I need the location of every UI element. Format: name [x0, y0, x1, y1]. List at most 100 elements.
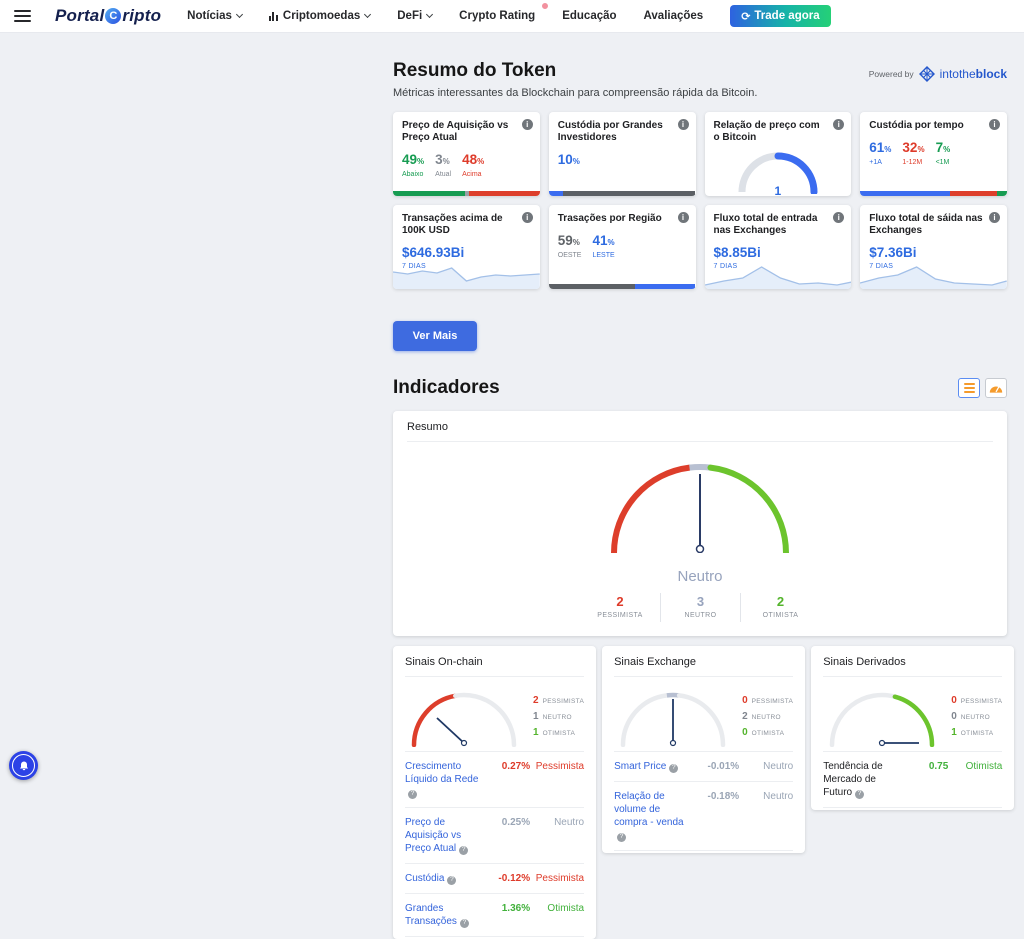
price-relation-gauge: 1 [735, 147, 821, 196]
logo-text-part1: Portal [55, 6, 105, 25]
card-value: $646.93Bi [402, 245, 465, 260]
question-icon[interactable]: ? [669, 763, 679, 773]
metric-cards-grid: Preço de Aquisição vs Preço Atual i 49% A… [393, 112, 1007, 289]
distribution-bar [393, 191, 540, 196]
summary-gauge [605, 458, 795, 558]
gauge-view-toggle[interactable] [985, 378, 1007, 398]
card-title: Fluxo total de entrada nas Exchanges [713, 213, 818, 236]
trade-agora-button[interactable]: ⟳ Trade agora [730, 5, 831, 27]
notifications-bell-button[interactable] [9, 751, 38, 780]
coin-icon: C [105, 8, 122, 24]
bell-icon [19, 761, 28, 770]
card-value: $8.85Bi [713, 245, 761, 260]
powered-by: Powered by intotheblock [869, 66, 1007, 82]
info-icon[interactable]: i [521, 119, 533, 130]
nav-educacao[interactable]: Educação [562, 10, 616, 22]
card-title: Transações acima de 100K USD [402, 213, 503, 236]
intotheblock-logo-text: intotheblock [939, 67, 1007, 81]
card-fluxo-saida: Fluxo total de sáida nas Exchanges i $7.… [860, 205, 1007, 289]
info-icon[interactable]: i [989, 212, 1000, 223]
derivatives-gauge [829, 692, 935, 747]
card-relacao-bitcoin: Relação de preço com o Bitcoin i 1 [704, 112, 852, 196]
card-title: Relação de preço com o Bitcoin [713, 120, 820, 143]
card-preco-aquisicao: Preço de Aquisição vs Preço Atual i 49% A… [393, 112, 540, 196]
question-icon[interactable]: ? [408, 789, 417, 799]
info-icon[interactable]: i [989, 119, 1000, 130]
bar-chart-icon [268, 11, 278, 21]
signal-link[interactable]: Crescimento Líquido da Rede? [405, 760, 488, 799]
indicators-title: Indicadores [393, 377, 500, 398]
card-custodia-grandes: Custódia por Grandes Investidores i 10% [548, 112, 696, 196]
signal-row: Grandes Transações? 1.36% Otimista [405, 893, 585, 937]
card-transacoes-regiao: Trasações por Região i 59% OESTE 41% LESTE [548, 205, 696, 289]
info-icon[interactable]: i [521, 212, 533, 223]
info-icon[interactable]: i [833, 212, 845, 223]
signal-link[interactable]: Smart Price? [614, 760, 697, 773]
card-title: Custódia por tempo [869, 120, 964, 131]
question-icon[interactable]: ? [459, 845, 469, 855]
page-title: Resumo do Token [393, 60, 557, 81]
question-icon[interactable]: ? [617, 832, 627, 842]
summary-status: Neutro [677, 568, 723, 585]
main-content: Resumo do Token Métricas interessantes d… [393, 47, 1015, 939]
page-subtitle: Métricas interessantes da Blockchain par… [393, 87, 758, 99]
list-icon [963, 382, 975, 394]
signal-link[interactable]: Relação de volume de compra - venda? [614, 790, 697, 842]
signal-row: Custódia? -0.12% Pessimista [405, 863, 585, 893]
card-custodia-tempo: Custódia por tempo i 61% +1A 32% 1-12M 7% <… [860, 112, 1007, 196]
ver-mais-button[interactable]: Ver Mais [393, 321, 477, 351]
info-icon[interactable]: i [677, 212, 689, 223]
gauge-value: 1 [774, 184, 782, 196]
signals-grid: Sinais On-chain 2 PESSIMISTA 1 NEUTRO 1 OTI… [393, 646, 1015, 939]
chevron-down-icon [235, 10, 243, 19]
bell-ring [12, 754, 35, 777]
nav-noticias[interactable]: Notícias [187, 10, 243, 22]
signal-link[interactable]: Preço de Aquisição vs Preço Atual? [405, 816, 488, 855]
list-view-toggle[interactable] [958, 378, 980, 398]
powered-by-label: Powered by [868, 69, 914, 79]
distribution-bar [860, 191, 1007, 196]
chevron-down-icon [426, 10, 434, 19]
question-icon[interactable]: ? [459, 918, 469, 928]
nav-defi[interactable]: DeFi [397, 10, 434, 22]
onchain-gauge [411, 692, 517, 747]
nav-crypto-rating[interactable]: Crypto Rating [459, 3, 549, 22]
logo-text-part2: ripto [122, 6, 162, 25]
sparkline-chart [860, 261, 1007, 289]
signal-link[interactable]: Custódia? [405, 872, 488, 885]
question-icon[interactable]: ? [447, 875, 457, 885]
signal-link[interactable]: Grandes Transações? [405, 902, 488, 928]
sparkline-chart [704, 261, 852, 289]
signal-row: Tendência de Mercado de Futuro? 0.75 Oti… [823, 751, 1003, 808]
summary-panel: Resumo Neutro 2 PESSIMISTA 3 NEUTRO 2 OTIMI… [393, 411, 1007, 636]
summary-stats: 2 PESSIMISTA 3 NEUTRO 2 OTIMISTA [407, 593, 993, 622]
signal-legend: 2 PESSIMISTA 1 NEUTRO 1 OTIMISTA [533, 694, 585, 738]
info-icon[interactable]: i [677, 119, 689, 130]
nav-criptomoedas[interactable]: Criptomoedas [268, 10, 372, 22]
exchange-gauge [620, 692, 726, 747]
view-toggles [958, 378, 1007, 398]
card-value: $7.36Bi [869, 245, 917, 260]
nav-avaliacoes[interactable]: Avaliações [644, 10, 704, 22]
panel-sinais-exchange: Sinais Exchange 0 PESSIMISTA 2 NEUTRO 0 OTI… [602, 646, 806, 853]
card-title: Custódia por Grandes Investidores [557, 120, 663, 143]
sparkline-chart [393, 261, 540, 289]
signal-row: Crescimento Líquido da Rede? 0.27% Pessi… [405, 751, 585, 807]
signal-label[interactable]: Tendência de Mercado de Futuro? [823, 760, 906, 799]
top-navbar: Portal Cripto Notícias Criptomoedas DeFi … [0, 0, 1024, 33]
summary-panel-title: Resumo [407, 421, 448, 433]
site-logo[interactable]: Portal Cripto [55, 6, 161, 26]
card-title: Trasações por Região [557, 213, 662, 224]
card-fluxo-entrada: Fluxo total de entrada nas Exchanges i $… [704, 205, 852, 289]
refresh-icon: ⟳ [741, 9, 751, 23]
question-icon[interactable]: ? [855, 789, 865, 799]
card-title: Fluxo total de sáida nas Exchanges [869, 213, 983, 236]
signal-legend: 0 PESSIMISTA 2 NEUTRO 0 OTIMISTA [742, 694, 794, 738]
intotheblock-logo-icon [918, 66, 935, 82]
panel-sinais-onchain: Sinais On-chain 2 PESSIMISTA 1 NEUTRO 1 OTI… [393, 646, 597, 939]
signal-legend: 0 PESSIMISTA 0 NEUTRO 1 OTIMISTA [951, 694, 1003, 738]
card-title: Preço de Aquisição vs Preço Atual [402, 120, 509, 143]
menu-icon[interactable] [14, 10, 31, 22]
notification-dot-icon [542, 3, 549, 9]
info-icon[interactable]: i [833, 119, 845, 130]
